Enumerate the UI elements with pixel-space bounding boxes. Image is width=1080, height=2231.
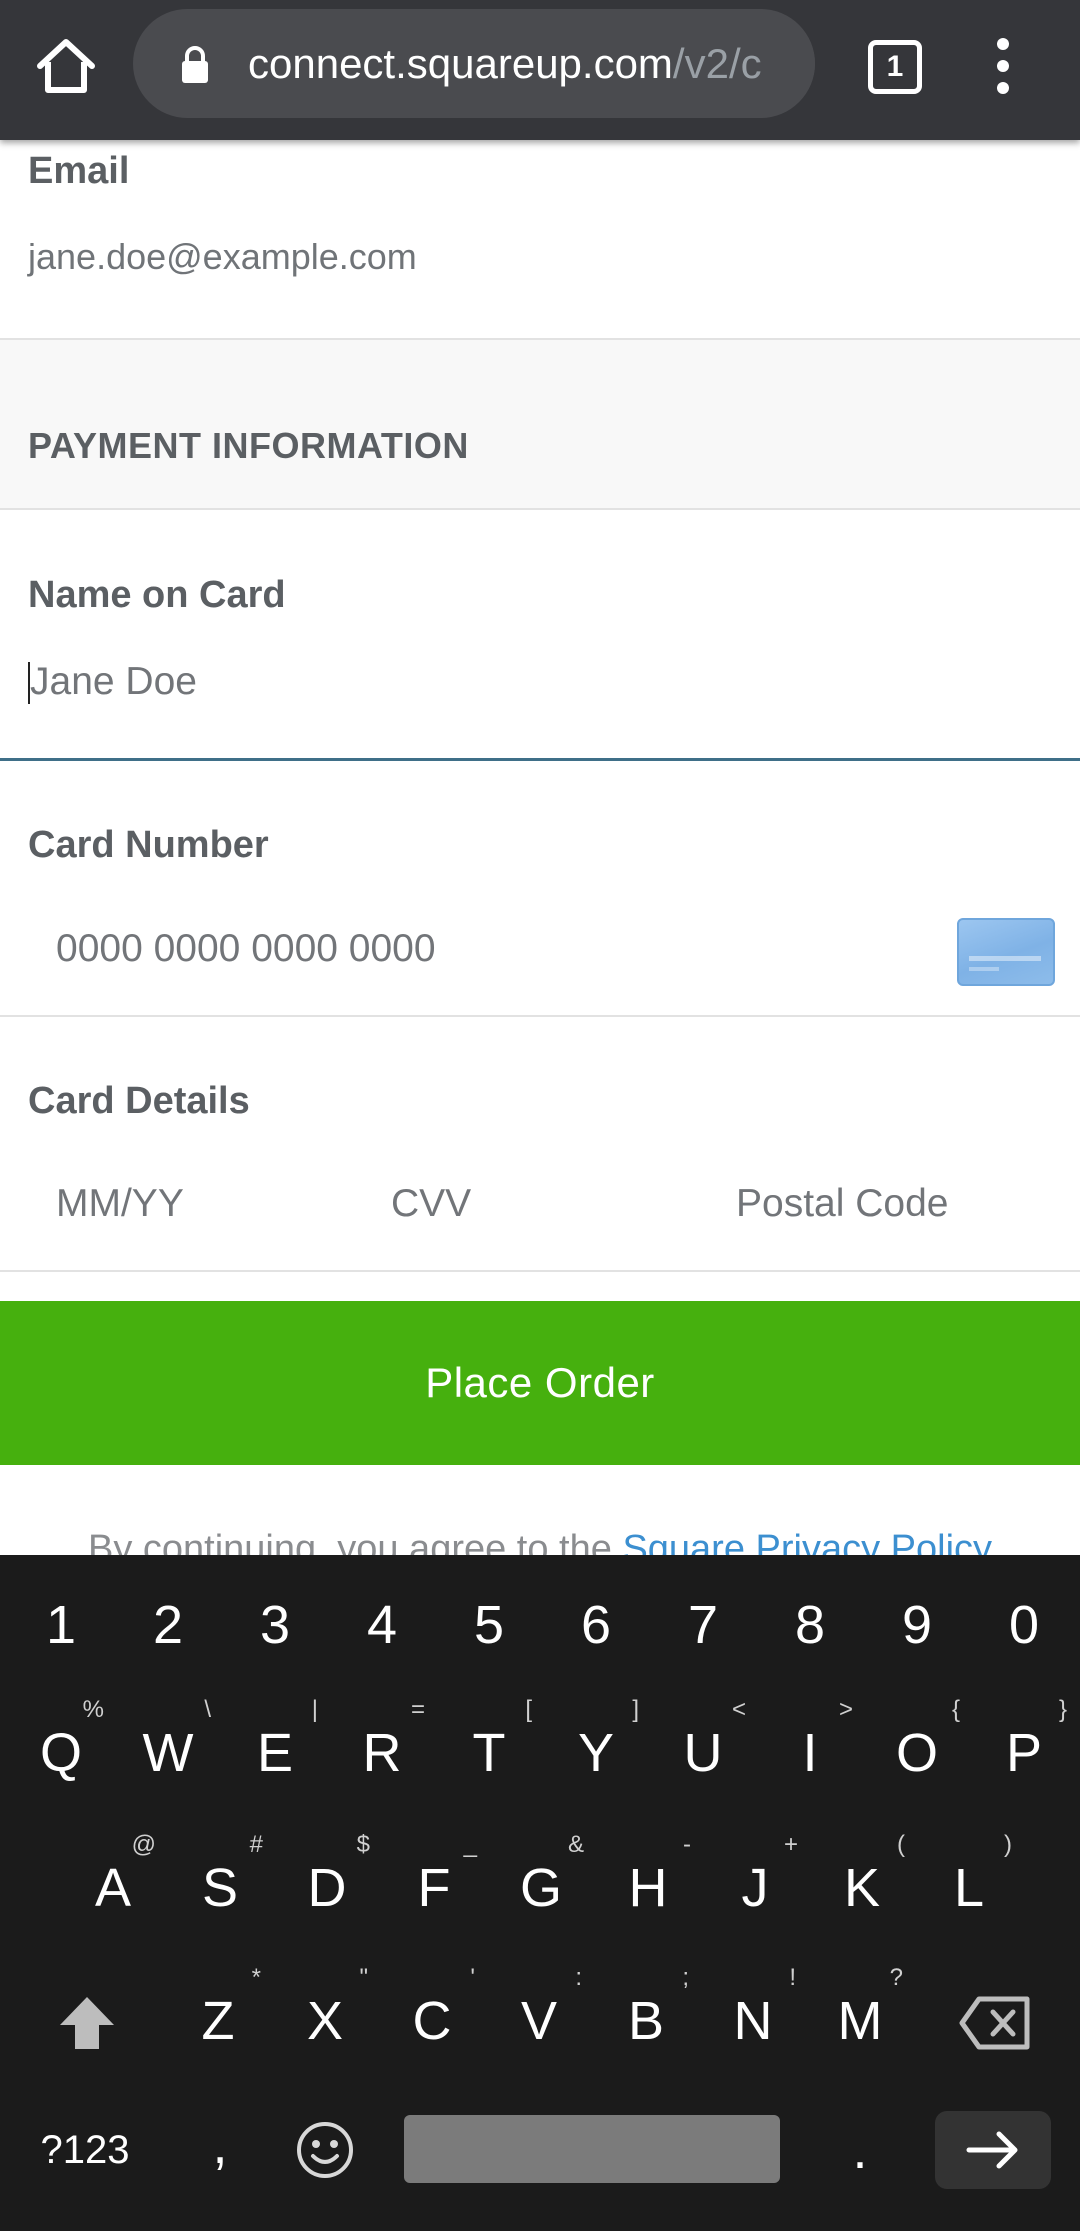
key-hint: +: [783, 1831, 798, 1858]
key-hint: *: [251, 1964, 261, 1991]
key-a[interactable]: A @: [68, 1831, 158, 1938]
expiry-input[interactable]: MM/YY: [56, 1182, 184, 1226]
key-9[interactable]: 9: [872, 1575, 962, 1675]
key-m[interactable]: M?: [815, 1964, 905, 2071]
key-hint: !: [789, 1964, 796, 1991]
key-hint: }: [1058, 1696, 1067, 1723]
key-hint: ?: [889, 1964, 903, 1991]
key-z[interactable]: Z *: [173, 1964, 263, 2071]
key-4[interactable]: 4: [337, 1575, 427, 1675]
postal-code-input[interactable]: Postal Code: [736, 1182, 948, 1226]
key-h[interactable]: H-: [603, 1831, 693, 1938]
key-r[interactable]: R =: [337, 1696, 427, 1803]
key-hint: ': [470, 1964, 475, 1991]
key-hint: ): [1004, 1831, 1012, 1858]
key-hint: #: [249, 1831, 263, 1858]
space-key[interactable]: [404, 2115, 780, 2183]
key-w[interactable]: W \: [123, 1696, 213, 1803]
key-hint: -: [683, 1831, 691, 1858]
shift-key[interactable]: [42, 1973, 132, 2073]
key-6[interactable]: 6: [551, 1575, 641, 1675]
divider: [0, 1270, 1080, 1272]
key-b[interactable]: B;: [601, 1964, 691, 2071]
backspace-icon[interactable]: [950, 1973, 1040, 2073]
key-q[interactable]: Q%: [16, 1696, 106, 1803]
period-key[interactable]: .: [815, 2100, 905, 2200]
name-on-card-input[interactable]: Jane Doe: [30, 660, 197, 704]
key-hint: :: [575, 1964, 582, 1991]
key-v[interactable]: V:: [494, 1964, 584, 2071]
comma-key[interactable]: ,: [175, 2095, 265, 2195]
credit-card-icon: [957, 918, 1055, 986]
key-p[interactable]: P}: [979, 1696, 1069, 1803]
key-hint: =: [410, 1696, 425, 1723]
more-vert-icon[interactable]: [988, 38, 1018, 94]
key-y[interactable]: Y]: [551, 1696, 641, 1803]
key-n[interactable]: N!: [708, 1964, 798, 2071]
email-value: jane.doe@example.com: [28, 236, 417, 277]
key-d[interactable]: D $: [282, 1831, 372, 1938]
key-hint: (: [897, 1831, 905, 1858]
payment-section-title: PAYMENT INFORMATION: [28, 425, 469, 466]
tabs-icon[interactable]: 1: [868, 40, 922, 94]
key-hint: <: [731, 1696, 746, 1723]
symbols-key[interactable]: ?123: [30, 2100, 140, 2200]
url-text: connect.squareup.com/v2/c: [248, 40, 762, 87]
key-k[interactable]: K(: [817, 1831, 907, 1938]
name-on-card-label: Name on Card: [28, 574, 286, 616]
key-hint: @: [131, 1831, 156, 1858]
key-u[interactable]: U <: [658, 1696, 748, 1803]
key-hint: ": [359, 1964, 368, 1991]
key-hint: ;: [682, 1964, 689, 1991]
key-hint: &: [567, 1831, 584, 1858]
section-header: [0, 340, 1080, 508]
key-g[interactable]: G &: [496, 1831, 586, 1938]
key-1[interactable]: 1: [16, 1575, 106, 1675]
card-number-input[interactable]: 0000 0000 0000 0000: [56, 927, 436, 971]
key-l[interactable]: L): [924, 1831, 1014, 1938]
key-c[interactable]: C ': [387, 1964, 477, 2071]
key-f[interactable]: F _: [389, 1831, 479, 1938]
key-5[interactable]: 5: [444, 1575, 534, 1675]
email-label: Email: [28, 150, 130, 192]
go-key[interactable]: [935, 2111, 1051, 2189]
url-bar[interactable]: connect.squareup.com/v2/c: [133, 9, 815, 118]
key-hint: |: [311, 1696, 318, 1723]
key-7[interactable]: 7: [658, 1575, 748, 1675]
divider: [0, 508, 1080, 510]
key-hint: {: [951, 1696, 960, 1723]
key-e[interactable]: E |: [230, 1696, 320, 1803]
key-hint: [: [525, 1696, 532, 1723]
lock-icon: [180, 45, 210, 85]
key-j[interactable]: J +: [710, 1831, 800, 1938]
cvv-input[interactable]: CVV: [391, 1182, 471, 1226]
text-caret: [28, 662, 30, 704]
divider: [0, 1015, 1080, 1017]
emoji-icon[interactable]: [280, 2100, 370, 2200]
input-focus-underline: [0, 758, 1080, 761]
key-hint: \: [204, 1696, 211, 1723]
card-details-label: Card Details: [28, 1080, 250, 1122]
key-2[interactable]: 2: [123, 1575, 213, 1675]
browser-toolbar: connect.squareup.com/v2/c 1: [0, 0, 1080, 140]
key-8[interactable]: 8: [765, 1575, 855, 1675]
key-0[interactable]: 0: [979, 1575, 1069, 1675]
key-hint: _: [463, 1831, 477, 1858]
key-hint: ]: [632, 1696, 639, 1723]
home-icon[interactable]: [32, 32, 100, 100]
key-o[interactable]: O{: [872, 1696, 962, 1803]
card-number-label: Card Number: [28, 824, 269, 866]
key-hint: >: [838, 1696, 853, 1723]
key-s[interactable]: S #: [175, 1831, 265, 1938]
key-i[interactable]: I >: [765, 1696, 855, 1803]
soft-keyboard: 1234567890 Q% W \ E | R = T[Y] U < I > O{P} A @ S # D $ F _…: [0, 1555, 1080, 2231]
place-order-button[interactable]: Place Order: [0, 1301, 1080, 1465]
key-hint: $: [356, 1831, 370, 1858]
key-x[interactable]: X ": [280, 1964, 370, 2071]
key-3[interactable]: 3: [230, 1575, 320, 1675]
key-hint: %: [82, 1696, 104, 1723]
key-t[interactable]: T[: [444, 1696, 534, 1803]
